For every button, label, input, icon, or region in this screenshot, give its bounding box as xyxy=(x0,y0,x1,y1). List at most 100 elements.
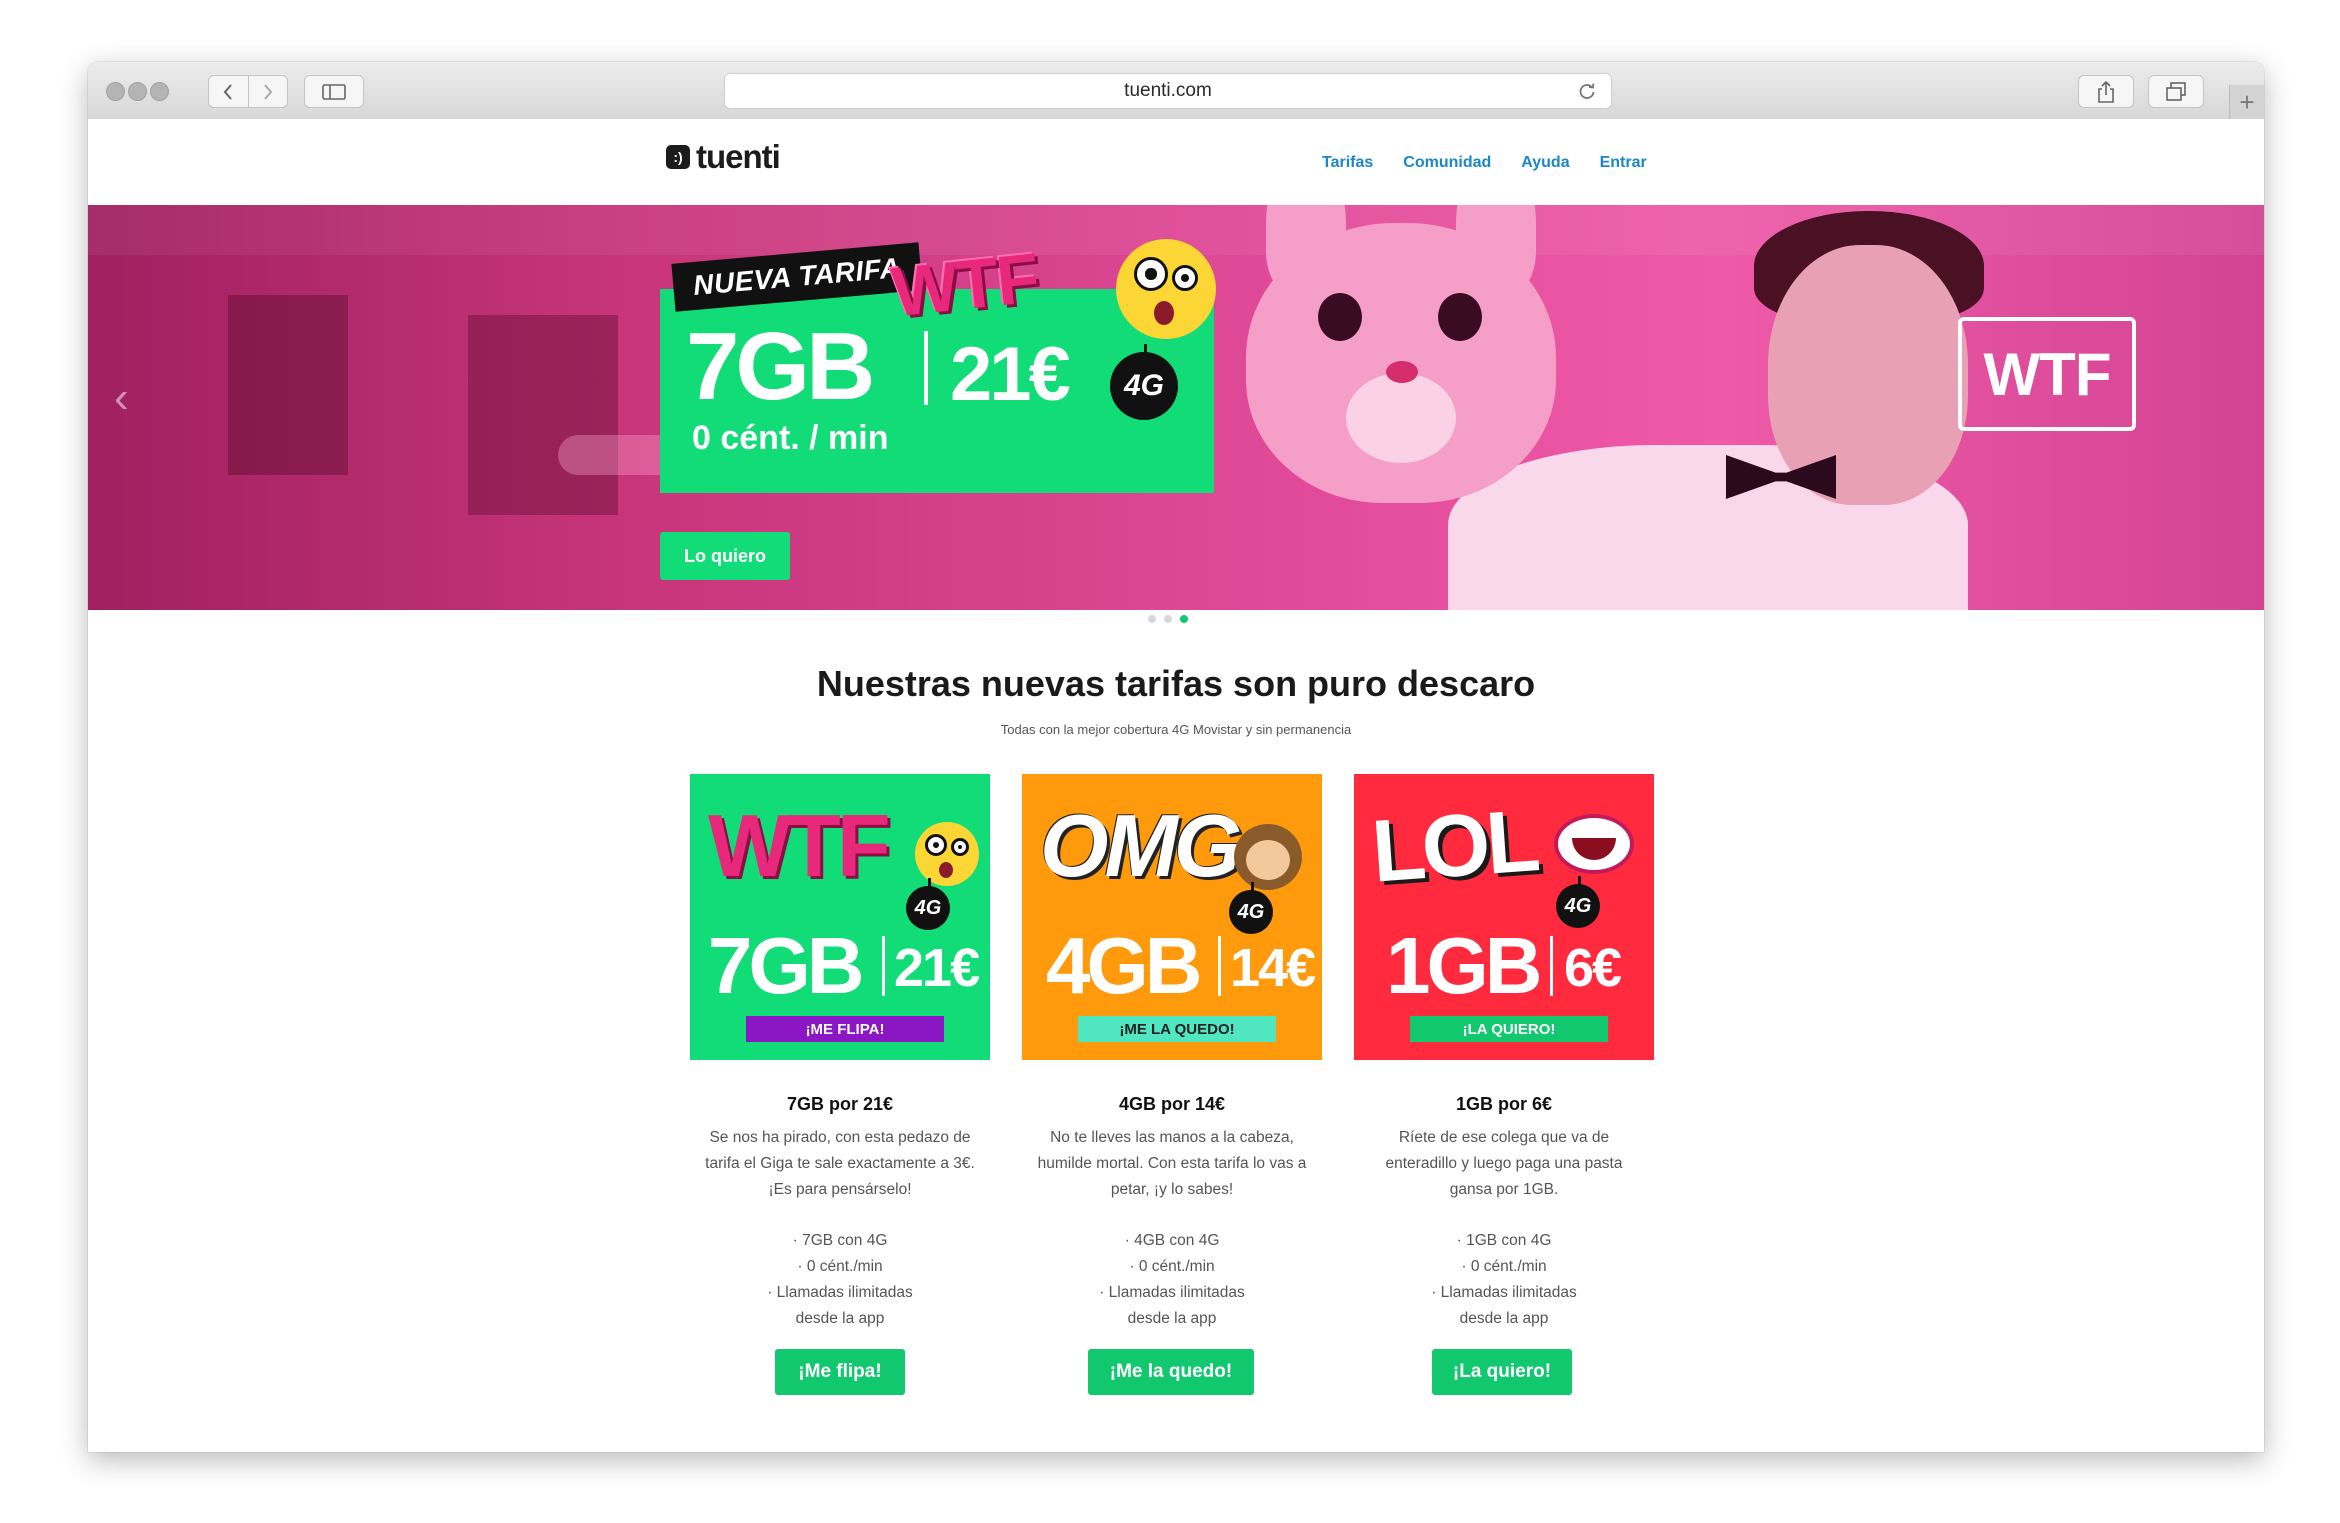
la-quiero-button[interactable]: ¡La quiero! xyxy=(1432,1349,1572,1395)
chevron-right-icon xyxy=(263,83,273,100)
me-flipa-button[interactable]: ¡Me flipa! xyxy=(775,1349,905,1395)
feature-item: · 0 cént./min xyxy=(797,1258,883,1275)
feature-item: · 4GB con 4G xyxy=(1124,1232,1220,1249)
me-la-quedo-button[interactable]: ¡Me la quedo! xyxy=(1088,1349,1254,1395)
section-title: Nuestras nuevas tarifas son puro descaro xyxy=(816,663,1536,704)
plan-price: 6€ xyxy=(1564,938,1622,998)
monkey-emoji-icon xyxy=(1234,824,1302,890)
plan-heading: 4GB por 14€ xyxy=(1118,1094,1226,1114)
plan-data-amount: 4GB xyxy=(1046,921,1202,1010)
plan-features: · 7GB con 4G · 0 cént./min · Llamadas il… xyxy=(690,1228,990,1332)
background-window-shape xyxy=(228,295,348,475)
4g-badge-icon: 4G xyxy=(906,878,950,930)
sidebar-icon xyxy=(322,83,346,100)
feature-item: · Llamadas ilimitadas desde la app xyxy=(767,1284,913,1327)
site-header xyxy=(88,119,2264,205)
hero-price: 21€ xyxy=(950,332,1071,417)
bunny-eye xyxy=(1318,293,1362,341)
feature-item: · 0 cént./min xyxy=(1461,1258,1547,1275)
bunny-costume-head xyxy=(1246,205,1556,503)
back-button[interactable] xyxy=(209,76,248,107)
new-tab-button[interactable]: + xyxy=(2229,85,2264,119)
bunny-snout xyxy=(1346,373,1456,463)
plan-features: · 4GB con 4G · 0 cént./min · Llamadas il… xyxy=(1022,1228,1322,1332)
emoji-mouth xyxy=(939,862,953,878)
nav-item-entrar[interactable]: Entrar xyxy=(1600,154,1647,172)
plus-icon: + xyxy=(2239,86,2255,117)
share-icon xyxy=(2098,80,2114,103)
chevron-left-icon xyxy=(223,83,233,100)
emoji-eye xyxy=(951,838,969,856)
background-window-shape xyxy=(468,315,618,515)
plan-price: 14€ xyxy=(1230,938,1316,998)
plan-image[interactable]: LOL 4G 1GB 6€ ¡LA QUIERO! xyxy=(1354,774,1654,1060)
hero-calls-rate: 0 cént. / min xyxy=(692,419,889,457)
feature-item: · 0 cént./min xyxy=(1129,1258,1215,1275)
4g-badge-icon: 4G xyxy=(1229,882,1273,934)
monkey-face-icon xyxy=(1246,840,1290,880)
emoji-eye xyxy=(1134,257,1168,291)
hero-carousel: WTF ‹ NUEVA TARIFA WTF 4G 7GB 21€ 0 cént… xyxy=(88,205,2264,610)
bunny-ear xyxy=(1266,205,1346,293)
browser-toolbar: tuenti.com + xyxy=(88,62,2264,120)
reload-icon[interactable] xyxy=(1577,81,1597,101)
bunny-ear xyxy=(1456,205,1536,293)
nav-item-comunidad[interactable]: Comunidad xyxy=(1403,154,1491,172)
carousel-dot[interactable] xyxy=(1164,615,1172,623)
wtf-speech-bubble: WTF xyxy=(1958,317,2136,431)
logo-mark-icon: :) xyxy=(666,145,690,169)
plan-divider xyxy=(882,936,885,996)
emoji-eye xyxy=(925,834,947,856)
plan-data-amount: 1GB xyxy=(1386,921,1542,1010)
zoom-window-button[interactable] xyxy=(150,82,169,101)
mouth-inner-icon xyxy=(1572,838,1616,860)
plan-heading: 7GB por 21€ xyxy=(786,1094,894,1114)
section-subtitle: Todas con la mejor cobertura 4G Movistar… xyxy=(1000,722,1352,737)
plan-ribbon: ¡ME LA QUEDO! xyxy=(1078,1016,1276,1042)
hero-data-amount: 7GB xyxy=(686,313,875,420)
address-bar[interactable]: tuenti.com xyxy=(724,73,1612,109)
surprised-emoji-icon xyxy=(1116,239,1216,339)
carousel-prev-arrow-icon[interactable]: ‹ xyxy=(114,373,129,423)
nav-item-tarifas[interactable]: Tarifas xyxy=(1322,154,1373,172)
plan-divider xyxy=(1550,936,1553,996)
lo-quiero-button[interactable]: Lo quiero xyxy=(660,532,790,580)
plan-card-wtf: WTF 4G 7GB 21€ ¡ME FLIPA! 7GB por 21€ Se… xyxy=(690,774,990,1332)
share-button[interactable] xyxy=(2078,75,2134,108)
carousel-pagination xyxy=(1148,615,1188,623)
carousel-dot[interactable] xyxy=(1148,615,1156,623)
bunny-nose xyxy=(1386,361,1418,383)
history-nav xyxy=(208,75,288,108)
plan-features: · 1GB con 4G · 0 cént./min · Llamadas il… xyxy=(1354,1228,1654,1332)
tuenti-logo[interactable]: :) tuenti xyxy=(666,138,781,175)
plan-image[interactable]: WTF 4G 7GB 21€ ¡ME FLIPA! xyxy=(690,774,990,1060)
emoji-mouth xyxy=(1154,301,1174,325)
sidebar-toggle-button[interactable] xyxy=(304,75,364,108)
tabs-icon xyxy=(2166,81,2186,101)
surprised-emoji-icon xyxy=(915,822,979,886)
close-window-button[interactable] xyxy=(106,82,125,101)
tabs-overview-button[interactable] xyxy=(2148,75,2204,108)
plan-word: OMG xyxy=(1040,796,1242,895)
plan-data-amount: 7GB xyxy=(708,921,864,1010)
carousel-dot-active[interactable] xyxy=(1180,615,1188,623)
feature-item: · 7GB con 4G xyxy=(792,1232,888,1249)
emoji-eye xyxy=(1172,265,1198,291)
feature-item: · 1GB con 4G xyxy=(1456,1232,1552,1249)
laughing-mouth-icon xyxy=(1554,814,1634,874)
4g-badge-icon: 4G xyxy=(1556,876,1600,928)
person-face xyxy=(1768,245,1968,505)
plan-card-lol: LOL 4G 1GB 6€ ¡LA QUIERO! 1GB por 6€ Ríe… xyxy=(1354,774,1654,1332)
plan-description: Ríete de ese colega que va de enteradill… xyxy=(1385,1129,1623,1198)
minimize-window-button[interactable] xyxy=(128,82,147,101)
feature-item: · Llamadas ilimitadas desde la app xyxy=(1099,1284,1245,1327)
plan-card-omg: OMG 4G 4GB 14€ ¡ME LA QUEDO! 4GB por 14€… xyxy=(1022,774,1322,1332)
nav-item-ayuda[interactable]: Ayuda xyxy=(1521,154,1569,172)
logo-text: tuenti xyxy=(696,138,781,175)
plan-word: LOL xyxy=(1368,790,1540,901)
plan-divider xyxy=(1218,936,1221,996)
forward-button[interactable] xyxy=(247,76,288,107)
plan-word: WTF xyxy=(708,796,891,895)
4g-badge-icon: 4G xyxy=(1110,344,1178,420)
plan-image[interactable]: OMG 4G 4GB 14€ ¡ME LA QUEDO! xyxy=(1022,774,1322,1060)
